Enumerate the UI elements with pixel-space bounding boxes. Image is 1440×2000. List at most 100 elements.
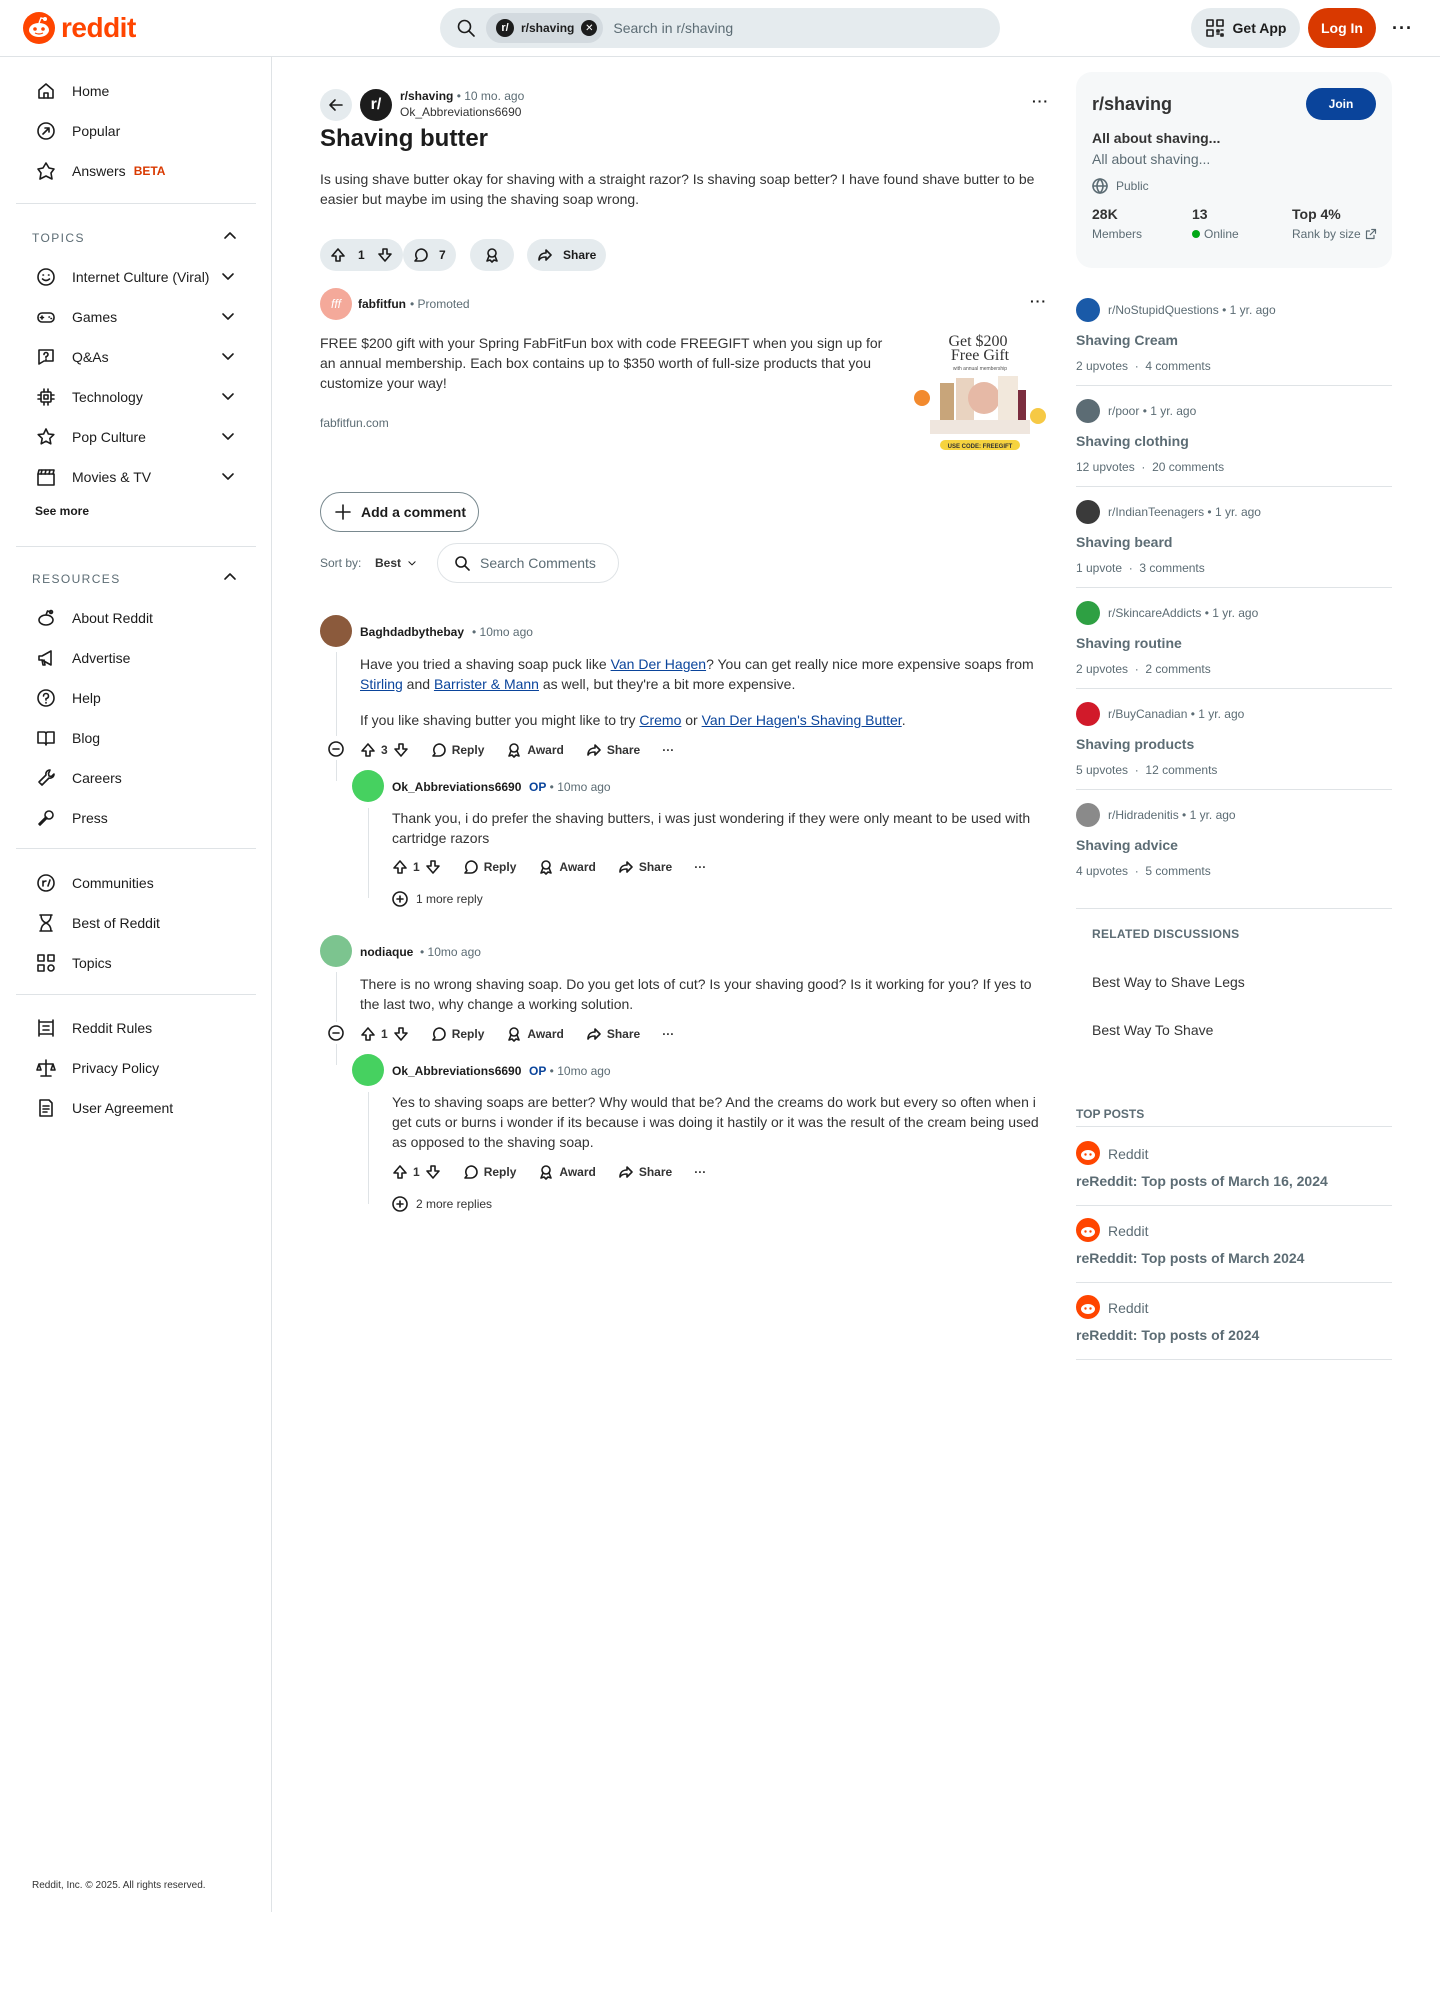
share-button[interactable]: Share xyxy=(618,859,672,875)
nav-topic-movies-tv[interactable]: Movies & TV xyxy=(16,457,256,497)
nav-privacy-policy[interactable]: Privacy Policy xyxy=(16,1048,256,1088)
comment-author[interactable]: Ok_Abbreviations6690 xyxy=(392,1064,521,1078)
subreddit-avatar[interactable] xyxy=(1076,601,1100,625)
nav-topic-technology[interactable]: Technology xyxy=(16,377,256,417)
post-author[interactable]: Ok_Abbreviations6690 xyxy=(400,105,521,119)
advertiser-avatar[interactable]: fff xyxy=(320,288,352,320)
topics-section-header[interactable]: TOPICS xyxy=(32,231,236,245)
top-post[interactable]: Reddit reReddit: Top posts of March 16, 2… xyxy=(1076,1141,1392,1206)
link-cremo[interactable]: Cremo xyxy=(639,712,681,728)
nav-home[interactable]: Home xyxy=(16,71,256,111)
share-button[interactable]: Share xyxy=(586,742,640,758)
top-post-title[interactable]: reReddit: Top posts of March 16, 2024 xyxy=(1076,1173,1328,1189)
related-post[interactable]: r/BuyCanadian • 1 yr. ago Shaving product… xyxy=(1076,702,1392,790)
resources-section-header[interactable]: RESOURCES xyxy=(32,572,236,586)
community-name[interactable]: r/shaving xyxy=(1092,94,1172,115)
post-share-button[interactable]: Share xyxy=(527,239,607,271)
downvote-icon[interactable] xyxy=(393,742,409,758)
upvote-icon[interactable] xyxy=(360,742,376,758)
avatar[interactable] xyxy=(320,935,352,967)
see-more-link[interactable]: See more xyxy=(35,504,89,518)
link-stirling[interactable]: Stirling xyxy=(360,676,403,692)
nav-topic-pop-culture[interactable]: Pop Culture xyxy=(16,417,256,457)
post-subreddit[interactable]: r/shaving xyxy=(400,89,453,103)
more-options-icon[interactable]: ··· xyxy=(1392,18,1413,39)
nav-user-agreement[interactable]: User Agreement xyxy=(16,1088,256,1128)
nav-topic-internet-culture-viral-[interactable]: Internet Culture (Viral) xyxy=(16,257,256,297)
get-app-button[interactable]: Get App xyxy=(1191,8,1300,48)
nav-topics[interactable]: Topics xyxy=(16,943,256,983)
nav-topic-games[interactable]: Games xyxy=(16,297,256,337)
related-post-title[interactable]: Shaving routine xyxy=(1076,635,1182,651)
more-replies-button[interactable]: 2 more replies xyxy=(392,1196,492,1212)
related-discussion-link[interactable]: Best Way To Shave xyxy=(1092,1022,1213,1038)
subreddit-avatar[interactable] xyxy=(1076,298,1100,322)
ad-more-icon[interactable]: ··· xyxy=(1030,293,1047,309)
clear-chip-icon[interactable]: ✕ xyxy=(581,20,598,36)
ad-image[interactable]: Get $200 Free Gift with annual membershi… xyxy=(910,328,1050,458)
search-bar[interactable]: r/ r/shaving ✕ xyxy=(440,8,1000,48)
nav-resource-about-reddit[interactable]: About Reddit xyxy=(16,598,256,638)
related-post-title[interactable]: Shaving products xyxy=(1076,736,1194,752)
upvote-icon[interactable] xyxy=(392,859,408,875)
advertiser-name[interactable]: fabfitfun xyxy=(358,297,406,311)
login-button[interactable]: Log In xyxy=(1308,8,1376,48)
related-post-title[interactable]: Shaving beard xyxy=(1076,534,1172,550)
add-comment-button[interactable]: Add a comment xyxy=(320,492,479,532)
comment-more-icon[interactable]: ··· xyxy=(662,1027,674,1041)
top-post[interactable]: Reddit reReddit: Top posts of March 2024 xyxy=(1076,1218,1392,1283)
subreddit-avatar[interactable] xyxy=(1076,803,1100,827)
avatar[interactable] xyxy=(352,1054,384,1086)
related-post-title[interactable]: Shaving clothing xyxy=(1076,433,1189,449)
link-shaving-butter[interactable]: Van Der Hagen's Shaving Butter xyxy=(702,712,902,728)
award-button[interactable]: Award xyxy=(538,1164,596,1180)
share-button[interactable]: Share xyxy=(586,1026,640,1042)
subreddit-avatar[interactable] xyxy=(1076,399,1100,423)
upvote-icon[interactable] xyxy=(392,1164,408,1180)
search-comments-input[interactable]: Search Comments xyxy=(437,543,619,583)
nav-resource-advertise[interactable]: Advertise xyxy=(16,638,256,678)
nav-best-of-reddit[interactable]: Best of Reddit xyxy=(16,903,256,943)
subreddit-search-chip[interactable]: r/ r/shaving ✕ xyxy=(486,13,604,43)
ad-text[interactable]: FREE $200 gift with your Spring FabFitFu… xyxy=(320,333,900,393)
nav-resource-careers[interactable]: Careers xyxy=(16,758,256,798)
top-post-title[interactable]: reReddit: Top posts of 2024 xyxy=(1076,1327,1259,1343)
nav-popular[interactable]: Popular xyxy=(16,111,256,151)
reply-button[interactable]: Reply xyxy=(431,742,484,758)
reply-button[interactable]: Reply xyxy=(431,1026,484,1042)
collapse-thread-icon[interactable] xyxy=(328,1025,344,1041)
related-discussion-link[interactable]: Best Way to Shave Legs xyxy=(1092,974,1245,990)
top-post-title[interactable]: reReddit: Top posts of March 2024 xyxy=(1076,1250,1304,1266)
more-replies-button[interactable]: 1 more reply xyxy=(392,891,483,907)
related-post[interactable]: r/SkincareAddicts • 1 yr. ago Shaving rou… xyxy=(1076,601,1392,689)
reply-button[interactable]: Reply xyxy=(463,1164,516,1180)
comment-more-icon[interactable]: ··· xyxy=(694,860,706,874)
related-post[interactable]: r/Hidradenitis • 1 yr. ago Shaving advice… xyxy=(1076,803,1392,891)
downvote-icon[interactable] xyxy=(377,247,393,263)
avatar[interactable] xyxy=(352,770,384,802)
avatar[interactable] xyxy=(320,615,352,647)
downvote-icon[interactable] xyxy=(425,859,441,875)
sort-dropdown[interactable]: Best xyxy=(375,556,417,570)
related-post-title[interactable]: Shaving advice xyxy=(1076,837,1178,853)
ad-domain[interactable]: fabfitfun.com xyxy=(320,416,389,430)
award-button[interactable]: Award xyxy=(506,742,564,758)
subreddit-avatar[interactable] xyxy=(1076,500,1100,524)
downvote-icon[interactable] xyxy=(393,1026,409,1042)
upvote-icon[interactable] xyxy=(330,247,346,263)
nav-resource-press[interactable]: Press xyxy=(16,798,256,838)
post-comments-button[interactable]: 7 xyxy=(403,239,456,271)
nav-resource-help[interactable]: Help xyxy=(16,678,256,718)
nav-topic-q-as[interactable]: Q&As xyxy=(16,337,256,377)
comment-author[interactable]: Baghdadbythebay xyxy=(360,625,464,639)
upvote-icon[interactable] xyxy=(360,1026,376,1042)
comment-author[interactable]: Ok_Abbreviations6690 xyxy=(392,780,521,794)
join-button[interactable]: Join xyxy=(1306,88,1376,120)
link-barrister-mann[interactable]: Barrister & Mann xyxy=(434,676,539,692)
nav-resource-blog[interactable]: Blog xyxy=(16,718,256,758)
downvote-icon[interactable] xyxy=(425,1164,441,1180)
nav-answers[interactable]: Answers BETA xyxy=(16,151,256,191)
subreddit-avatar[interactable]: r/ xyxy=(360,89,392,121)
rank-stat[interactable]: Top 4% Rank by size xyxy=(1292,206,1377,241)
top-post[interactable]: Reddit reReddit: Top posts of 2024 xyxy=(1076,1295,1392,1360)
